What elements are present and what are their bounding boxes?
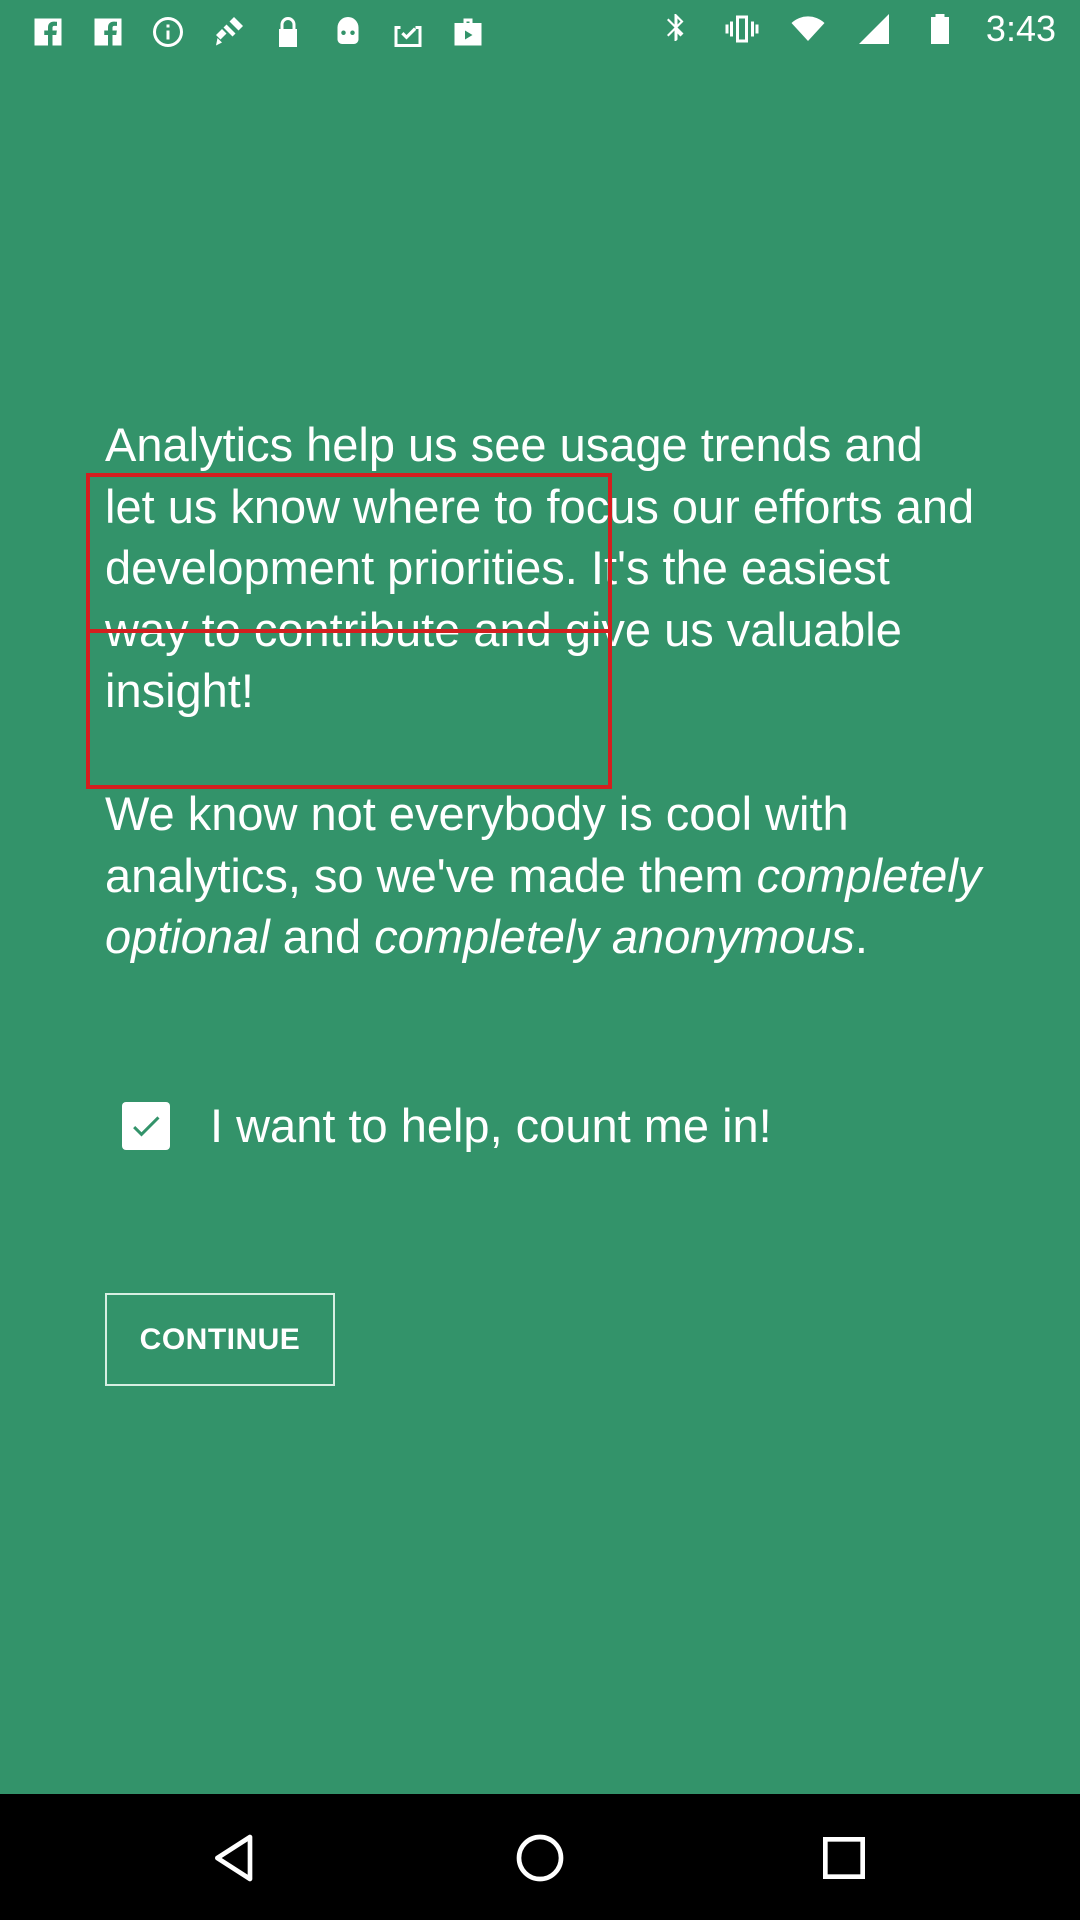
signal-icon — [854, 9, 894, 49]
optional-paragraph: We know not everybody is cool with analy… — [105, 783, 985, 968]
facebook-icon — [88, 12, 128, 52]
clipboard-check-icon — [388, 12, 428, 52]
vibrate-icon — [722, 9, 762, 49]
analytics-opt-in[interactable]: I want to help, count me in! — [122, 1098, 772, 1153]
anonymous-emphasis: completely anonymous — [374, 910, 855, 963]
annotation-box-top — [86, 473, 612, 633]
facebook-icon — [28, 12, 68, 52]
status-bar: 3:43 — [0, 0, 1080, 62]
annotation-box-bottom — [86, 629, 612, 789]
opt-in-label[interactable]: I want to help, count me in! — [210, 1098, 772, 1153]
back-icon — [215, 1834, 253, 1882]
optional-text-part: . — [854, 910, 868, 963]
optional-text-part: We know not everybody is cool with analy… — [105, 787, 849, 902]
wifi-icon — [788, 9, 828, 49]
opt-in-checkbox[interactable] — [122, 1101, 170, 1150]
recent-apps-icon — [823, 1837, 865, 1879]
optional-text-part: and — [269, 910, 375, 963]
lock-icon — [268, 12, 308, 52]
checkmark-icon — [133, 1115, 160, 1136]
system-status: 3:43 — [656, 8, 1056, 50]
home-button[interactable] — [510, 1828, 570, 1888]
clock: 3:43 — [985, 8, 1056, 49]
info-icon — [148, 12, 188, 52]
continue-button[interactable]: CONTINUE — [105, 1293, 335, 1386]
navigation-bar — [0, 1794, 1080, 1920]
android-icon — [328, 12, 368, 52]
notification-icons — [28, 12, 488, 52]
briefcase-icon — [448, 12, 488, 52]
fake-gps-icon — [208, 12, 248, 52]
home-icon — [516, 1834, 564, 1882]
battery-icon — [920, 9, 960, 49]
bluetooth-icon — [656, 9, 696, 49]
back-button[interactable] — [206, 1828, 266, 1888]
recent-apps-button[interactable] — [814, 1828, 874, 1888]
